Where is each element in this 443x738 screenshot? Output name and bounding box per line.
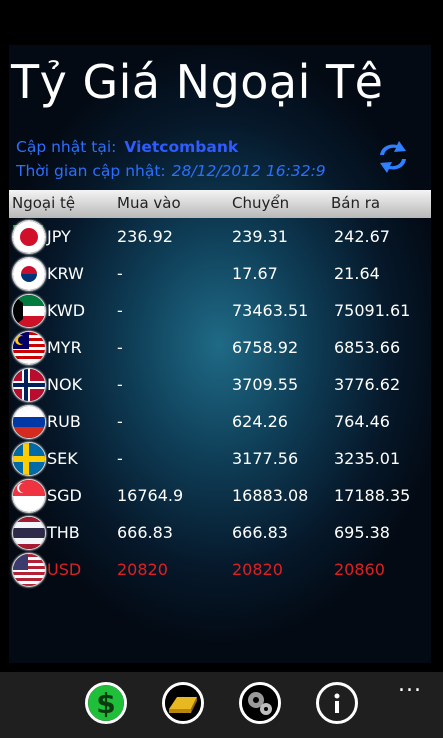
gold-bar-icon[interactable]	[162, 682, 204, 724]
malaysia-flag-icon	[12, 331, 46, 365]
currency-code: SEK	[47, 449, 78, 468]
table-header: Ngoại tệ Mua vào Chuyển Bán ra	[9, 190, 431, 218]
japan-flag-icon	[12, 220, 46, 254]
thailand-flag-icon	[12, 516, 46, 550]
russia-flag-icon	[12, 405, 46, 439]
update-label: Cập nhật tại:	[16, 138, 117, 156]
dollar-icon[interactable]: $	[85, 682, 127, 724]
sell-rate: 695.38	[334, 523, 390, 542]
norway-flag-icon	[12, 368, 46, 402]
currency-code: KWD	[47, 301, 86, 320]
sell-rate: 764.46	[334, 412, 390, 431]
time-label: Thời gian cập nhật:	[16, 162, 166, 180]
buy-rate: 236.92	[117, 227, 173, 246]
currency-code: JPY	[47, 227, 71, 246]
list-item[interactable]: RUB - 624.26 764.46	[9, 403, 431, 440]
korea-flag-icon	[12, 257, 46, 291]
update-source: Cập nhật tại: Vietcombank	[16, 138, 238, 156]
transfer-rate: 624.26	[232, 412, 288, 431]
buy-rate: -	[117, 264, 123, 283]
page-title: Tỷ Giá Ngoại Tệ	[11, 55, 384, 109]
sell-rate: 3235.01	[334, 449, 401, 468]
col-transfer: Chuyển	[232, 194, 290, 212]
buy-rate: 666.83	[117, 523, 173, 542]
list-item[interactable]: USD 20820 20820 20860	[9, 551, 431, 588]
buy-rate: 20820	[117, 560, 168, 579]
buy-rate: -	[117, 338, 123, 357]
currency-code: NOK	[47, 375, 83, 394]
sell-rate: 6853.66	[334, 338, 401, 357]
sweden-flag-icon	[12, 442, 46, 476]
currency-code: SGD	[47, 486, 82, 505]
sell-rate: 17188.35	[334, 486, 411, 505]
timestamp: 28/12/2012 16:32:9	[171, 162, 326, 180]
currency-code: RUB	[47, 412, 81, 431]
buy-rate: -	[117, 375, 123, 394]
list-item[interactable]: THB 666.83 666.83 695.38	[9, 514, 431, 551]
main-panel: Tỷ Giá Ngoại Tệ Cập nhật tại: Vietcombank…	[9, 45, 431, 663]
transfer-rate: 6758.92	[232, 338, 299, 357]
buy-rate: -	[117, 301, 123, 320]
transfer-rate: 239.31	[232, 227, 288, 246]
sell-rate: 75091.61	[334, 301, 411, 320]
buy-rate: -	[117, 449, 123, 468]
sell-rate: 242.67	[334, 227, 390, 246]
update-time: Thời gian cập nhật: 28/12/2012 16:32:9	[16, 162, 326, 180]
source-link[interactable]: Vietcombank	[124, 138, 238, 156]
currency-code: KRW	[47, 264, 84, 283]
app-bar: $ ...	[0, 672, 443, 738]
transfer-rate: 3709.55	[232, 375, 299, 394]
refresh-icon[interactable]	[375, 139, 411, 175]
more-options-icon[interactable]: ...	[398, 672, 422, 697]
singapore-flag-icon	[12, 479, 46, 513]
list-item[interactable]: JPY 236.92 239.31 242.67	[9, 218, 431, 255]
kuwait-flag-icon	[12, 294, 46, 328]
transfer-rate: 20820	[232, 560, 283, 579]
list-item[interactable]: SEK - 3177.56 3235.01	[9, 440, 431, 477]
sell-rate: 3776.62	[334, 375, 401, 394]
list-item[interactable]: MYR - 6758.92 6853.66	[9, 329, 431, 366]
list-item[interactable]: SGD 16764.9 16883.08 17188.35	[9, 477, 431, 514]
buy-rate: -	[117, 412, 123, 431]
sell-rate: 20860	[334, 560, 385, 579]
currency-code: USD	[47, 560, 82, 579]
currency-code: MYR	[47, 338, 82, 357]
transfer-rate: 17.67	[232, 264, 278, 283]
list-item[interactable]: NOK - 3709.55 3776.62	[9, 366, 431, 403]
transfer-rate: 666.83	[232, 523, 288, 542]
col-currency: Ngoại tệ	[12, 194, 76, 212]
currency-code: THB	[47, 523, 80, 542]
info-icon[interactable]	[316, 682, 358, 724]
buy-rate: 16764.9	[117, 486, 184, 505]
transfer-rate: 3177.56	[232, 449, 299, 468]
list-item[interactable]: KRW - 17.67 21.64	[9, 255, 431, 292]
transfer-rate: 73463.51	[232, 301, 309, 320]
settings-gears-icon[interactable]	[239, 682, 281, 724]
svg-text:$: $	[96, 687, 115, 720]
col-sell: Bán ra	[331, 194, 381, 212]
usa-flag-icon	[12, 553, 46, 587]
transfer-rate: 16883.08	[232, 486, 309, 505]
col-buy: Mua vào	[117, 194, 181, 212]
list-item[interactable]: KWD - 73463.51 75091.61	[9, 292, 431, 329]
sell-rate: 21.64	[334, 264, 380, 283]
